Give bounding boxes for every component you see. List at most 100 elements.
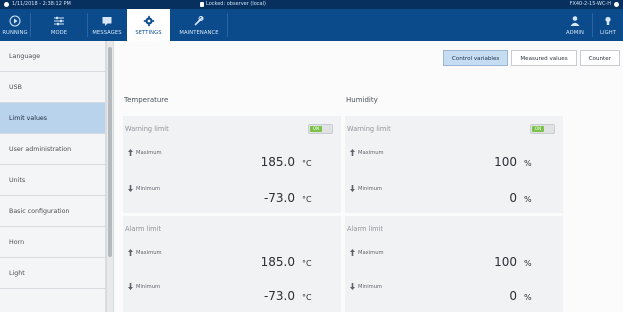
unit-label: %	[524, 259, 532, 268]
sidebar-item-light[interactable]: Light	[0, 258, 105, 289]
user-button[interactable]: ADMIN	[560, 9, 590, 41]
arrow-up-icon	[350, 249, 355, 256]
temperature-warning-card: Warning limit ON Maximum 185.0 °C Minimu…	[123, 116, 341, 213]
device-id: FX40-2-15-WC-H	[570, 0, 619, 9]
toolbar-messages-button[interactable]: MESSAGES	[88, 9, 126, 41]
tab-control-variables[interactable]: Control variables	[442, 50, 509, 66]
message-icon	[102, 17, 112, 26]
toggle-on-label: ON	[310, 126, 322, 132]
device-text: FX40-2-15-WC-H	[569, 1, 611, 7]
humidity-alarm-title: Alarm limit	[347, 225, 384, 233]
temperature-warning-max-value: 185.0	[260, 155, 295, 169]
unit-label: °C	[302, 259, 312, 268]
temperature-alarm-card: Alarm limit Maximum 185.0 °C Minimum -73…	[123, 216, 341, 312]
toolbar-running-button[interactable]: RUNNING	[0, 9, 30, 41]
humidity-alarm-min-value: 0	[509, 289, 517, 303]
temperature-alarm-max-row[interactable]: Maximum 185.0 °C	[123, 242, 341, 278]
humidity-alarm-card: Alarm limit Maximum 100 % Minimum 0 %	[345, 216, 563, 312]
min-label: Minimum	[128, 283, 160, 290]
sidebar-item-limit-values[interactable]: Limit values	[0, 103, 105, 134]
access-status: Locked: observer (local)	[200, 0, 266, 9]
max-label-text: Maximum	[136, 149, 162, 156]
max-label: Maximum	[350, 249, 384, 256]
light-button[interactable]: LIGHT	[593, 9, 623, 41]
sidebar-item-basic-configuration[interactable]: Basic configuration	[0, 196, 105, 227]
view-tabs: Control variables Measured values Counte…	[442, 50, 620, 66]
sidebar-item-horn[interactable]: Horn	[0, 227, 105, 258]
sidebar-item-label: User administration	[9, 146, 72, 153]
humidity-warning-min-value: 0	[509, 191, 517, 205]
mode-sliders-icon	[54, 16, 64, 26]
arrow-down-icon	[350, 185, 355, 192]
toolbar-maintenance-button[interactable]: MAINTENANCE	[171, 9, 227, 41]
play-circle-icon	[9, 15, 21, 27]
temperature-warning-min-row[interactable]: Minimum -73.0 °C	[123, 178, 341, 214]
unit-label: °C	[302, 195, 312, 204]
tab-measured-values[interactable]: Measured values	[511, 50, 577, 66]
sidebar-item-language[interactable]: Language	[0, 41, 105, 72]
humidity-alarm-min-row[interactable]: Minimum 0 %	[345, 276, 563, 312]
humidity-warning-min-row[interactable]: Minimum 0 %	[345, 178, 563, 214]
max-label-text: Maximum	[136, 249, 162, 256]
arrow-up-icon	[128, 149, 133, 156]
toggle-on-label: ON	[532, 126, 544, 132]
min-label: Minimum	[350, 283, 382, 290]
humidity-warning-max-value: 100	[494, 155, 517, 169]
max-label: Maximum	[350, 149, 384, 156]
unit-label: %	[524, 293, 532, 302]
help-icon[interactable]	[614, 2, 619, 7]
light-label: LIGHT	[599, 30, 616, 36]
wrench-icon	[194, 16, 204, 26]
arrow-down-icon	[350, 283, 355, 290]
min-label-text: Minimum	[136, 185, 161, 192]
sidebar-item-user-administration[interactable]: User administration	[0, 134, 105, 165]
toolbar-settings-label: SETTINGS	[135, 30, 162, 36]
min-label-text: Minimum	[136, 283, 161, 290]
arrow-up-icon	[350, 149, 355, 156]
min-label-text: Minimum	[358, 283, 383, 290]
temperature-warning-toggle[interactable]: ON	[308, 124, 333, 134]
tab-counter[interactable]: Counter	[579, 50, 620, 66]
max-label: Maximum	[128, 249, 162, 256]
user-icon	[570, 16, 580, 26]
temperature-title: Temperature	[124, 96, 169, 104]
sidebar-item-label: Horn	[9, 239, 25, 246]
toolbar-running-label: RUNNING	[2, 30, 28, 36]
humidity-alarm-max-value: 100	[494, 255, 517, 269]
toolbar-mode-button[interactable]: MODE	[31, 9, 87, 41]
arrow-down-icon	[128, 185, 133, 192]
main-toolbar: RUNNING MODE MESSAGES SETTINGS MAINTENAN…	[0, 9, 623, 41]
limit-values-panel: Control variables Measured values Counte…	[114, 41, 623, 312]
min-label-text: Minimum	[358, 185, 383, 192]
humidity-warning-card: Warning limit ON Maximum 100 % Minimum 0…	[345, 116, 563, 213]
arrow-up-icon	[128, 249, 133, 256]
temperature-alarm-title: Alarm limit	[125, 225, 162, 233]
temperature-alarm-min-row[interactable]: Minimum -73.0 °C	[123, 276, 341, 312]
toolbar-maintenance-label: MAINTENANCE	[179, 30, 219, 36]
toolbar-mode-label: MODE	[50, 30, 68, 36]
humidity-title: Humidity	[346, 96, 378, 104]
scrollbar-thumb[interactable]	[108, 47, 112, 257]
sidebar-item-label: Limit values	[9, 115, 48, 122]
clock-icon	[4, 2, 9, 7]
unit-label: %	[524, 195, 532, 204]
sidebar-item-units[interactable]: Units	[0, 165, 105, 196]
sidebar-item-label: Units	[9, 177, 26, 184]
max-label: Maximum	[128, 149, 162, 156]
humidity-alarm-max-row[interactable]: Maximum 100 %	[345, 242, 563, 278]
humidity-warning-toggle[interactable]: ON	[530, 124, 555, 134]
unit-label: %	[524, 159, 532, 168]
temperature-warning-max-row[interactable]: Maximum 185.0 °C	[123, 142, 341, 178]
status-bar: 1/11/2018 - 2:38:12 PM Locked: observer …	[0, 0, 623, 9]
sidebar-item-label: Language	[9, 53, 41, 60]
temperature-alarm-max-value: 185.0	[260, 255, 295, 269]
user-label: ADMIN	[566, 30, 584, 36]
toolbar-settings-button[interactable]: SETTINGS	[127, 9, 170, 41]
gear-icon	[143, 15, 154, 27]
sidebar-scrollbar[interactable]	[107, 41, 113, 312]
access-text: Locked: observer (local)	[206, 1, 266, 7]
settings-sidebar: Language USB Limit values User administr…	[0, 41, 105, 312]
sidebar-item-usb[interactable]: USB	[0, 72, 105, 103]
min-label: Minimum	[350, 185, 382, 192]
humidity-warning-max-row[interactable]: Maximum 100 %	[345, 142, 563, 178]
